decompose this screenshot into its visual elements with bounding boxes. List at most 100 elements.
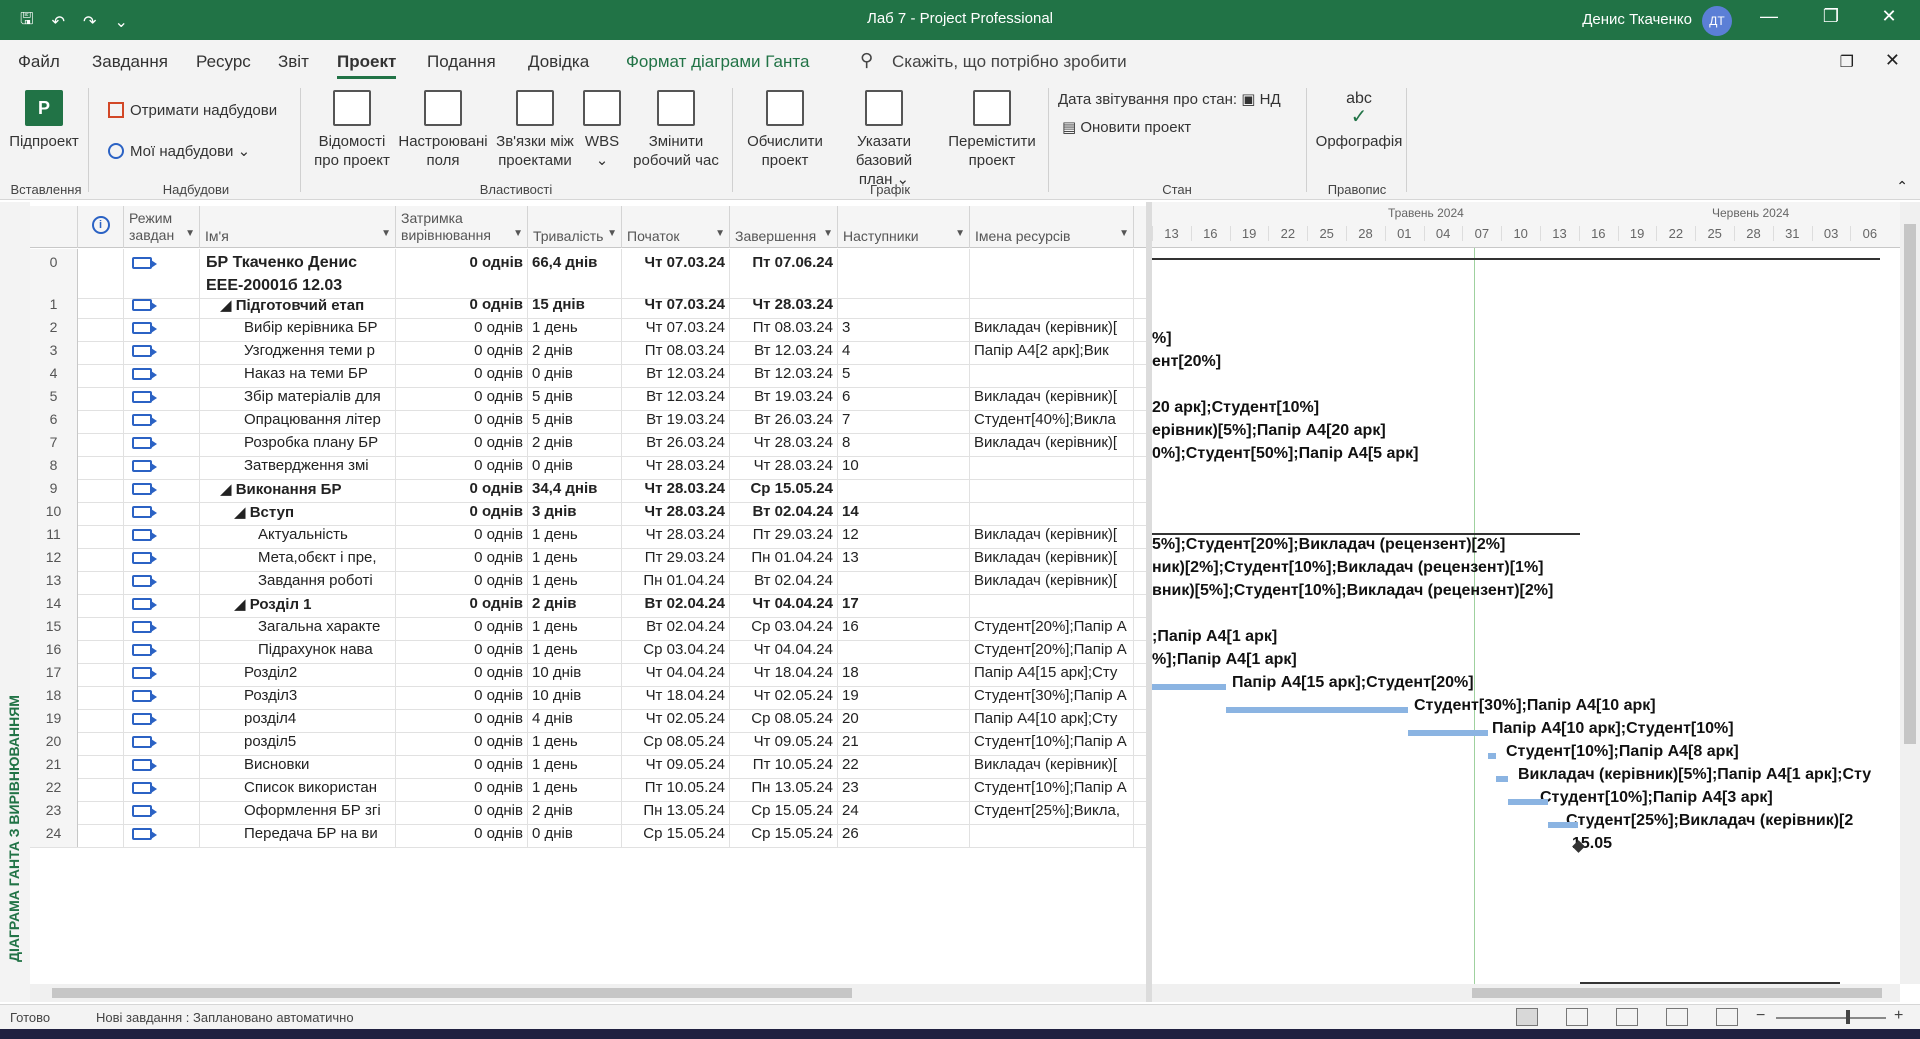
status-date-button[interactable]: Дата звітування про стан: ▣ НД [1058,90,1281,108]
summary-bar[interactable] [1152,533,1580,535]
mode-cell[interactable] [124,820,200,847]
my-addins-button[interactable]: Мої надбудови ⌄ [108,142,250,160]
duration-cell[interactable]: 0 днів [528,820,622,847]
spelling-button[interactable]: abc ✓ Орфографія [1314,90,1404,151]
gantt-horizontal-scrollbar[interactable] [1152,984,1900,1002]
minimize-button[interactable]: — [1746,6,1792,27]
report-icon[interactable] [1716,1008,1738,1026]
filter-dropdown-icon[interactable]: ▼ [185,225,195,242]
successors-cell[interactable]: 26 [838,820,970,847]
filter-dropdown-icon[interactable]: ▼ [823,225,833,242]
column-header-mode[interactable]: Режим завдан ▼ [124,206,200,248]
subproject-button[interactable]: P Підпроект [8,90,80,151]
select-all-corner[interactable] [30,206,78,248]
task-bar[interactable] [1508,799,1548,805]
zoom-slider[interactable] [1776,1017,1886,1019]
task-bar[interactable] [1548,822,1578,828]
calculate-project-button[interactable]: Обчислити проект [740,90,830,170]
column-header-duration[interactable]: Тривалість ▼ [528,206,622,248]
title-bar: 🖫 ↶ ↷ ⌄ Лаб 7 - Project Professional Ден… [0,0,1920,40]
avatar[interactable]: ДТ [1702,6,1732,36]
task-bar[interactable] [1226,707,1408,713]
start-cell[interactable]: Ср 15.05.24 [622,820,730,847]
gantt-chart[interactable]: Травень 2024 Червень 2024 13 16 19 22 25 28 01 04… [1152,202,1900,984]
collapse-ribbon-icon[interactable]: ⌃ [1896,178,1908,195]
timescale-day: 13 [1540,226,1578,241]
update-project-button[interactable]: ▤ Оновити проект [1062,118,1191,136]
resources-cell[interactable] [970,820,1134,847]
spelling-icon: abc ✓ [1346,90,1372,128]
filter-dropdown-icon[interactable]: ▼ [513,225,523,242]
zoom-out-icon[interactable]: − [1756,1007,1765,1025]
filter-dropdown-icon[interactable]: ▼ [1119,225,1129,242]
change-working-time-button[interactable]: Змінити робочий час [626,90,726,170]
gantt-view-icon[interactable] [1516,1008,1538,1026]
restore-button[interactable]: ❐ [1808,6,1854,27]
search-icon[interactable]: ⚲ [860,50,873,71]
close-button[interactable]: ✕ [1866,6,1912,27]
task-bar[interactable] [1408,730,1488,736]
tell-me-search[interactable]: Скажіть, що потрібно зробити [892,52,1127,72]
links-between-projects-button[interactable]: Зв'язки між проектами [492,90,578,170]
ribbon-display-icon[interactable]: ❐ [1840,52,1854,72]
column-header-name[interactable]: Ім'я ▼ [200,206,396,248]
table-horizontal-scrollbar[interactable] [30,984,1146,1002]
timescale-day: 16 [1578,226,1617,241]
task-bar[interactable] [1152,684,1226,690]
row-id[interactable]: 24 [30,820,78,847]
auto-scheduled-icon [132,713,157,725]
zoom-thumb[interactable] [1846,1010,1850,1024]
filter-dropdown-icon[interactable]: ▼ [715,225,725,242]
auto-scheduled-icon [132,529,157,541]
get-addins-button[interactable]: Отримати надбудови [108,102,277,119]
task-bar[interactable] [1496,776,1508,782]
tab-resource[interactable]: Ресурс [196,52,251,72]
resource-sheet-icon[interactable] [1666,1008,1688,1026]
column-header-start[interactable]: Початок ▼ [622,206,730,248]
tab-project[interactable]: Проект [337,52,397,79]
move-project-button[interactable]: Перемістити проект [944,90,1040,170]
table-row[interactable]: 24 Передача БР на ви 0 однів 0 днів Ср 15.05… [30,820,1146,848]
timescale-day: 25 [1695,226,1733,241]
task-table: i Режим завдан ▼ Ім'я ▼ Затримка вирівнюва… [30,206,1146,986]
filter-dropdown-icon[interactable]: ▼ [955,225,965,242]
auto-scheduled-icon [132,391,157,403]
vertical-scrollbar[interactable] [1900,202,1920,984]
wbs-button[interactable]: WBS ⌄ [580,90,624,170]
close-window-icon[interactable]: ✕ [1885,50,1900,71]
team-planner-icon[interactable] [1616,1008,1638,1026]
task-name-cell[interactable]: Передача БР на ви [200,820,396,847]
tab-report[interactable]: Звіт [278,52,309,72]
column-header-resources[interactable]: Імена ресурсів ▼ [970,206,1134,248]
project-summary-bar[interactable] [1152,258,1880,260]
set-baseline-button[interactable]: Указати базовий план ⌄ [828,90,940,189]
zoom-in-icon[interactable]: + [1894,1007,1903,1025]
tab-gantt-format[interactable]: Формат діаграми Ганта [626,52,809,72]
tab-view[interactable]: Подання [427,52,496,72]
tab-file[interactable]: Файл [18,52,60,72]
timescale-month: Червень 2024 [1712,206,1790,220]
bar-resource-label: ник)[2%];Студент[10%];Викладач (рецензен… [1152,559,1544,576]
auto-scheduled-icon [132,598,157,610]
task-bar[interactable] [1488,753,1496,759]
column-header-leveling-delay[interactable]: Затримка вирівнювання ▼ [396,206,528,248]
column-header-finish[interactable]: Завершення ▼ [730,206,838,248]
auto-scheduled-icon [132,483,157,495]
tab-task[interactable]: Завдання [92,52,168,72]
column-header-successors[interactable]: Наступники ▼ [838,206,970,248]
filter-dropdown-icon[interactable]: ▼ [381,225,391,242]
auto-scheduled-icon [132,506,157,518]
tab-help[interactable]: Довідка [528,52,589,72]
leveling-delay-cell[interactable]: 0 однів [396,820,528,847]
filter-dropdown-icon[interactable]: ▼ [607,225,617,242]
user-name[interactable]: Денис Ткаченко [1582,11,1692,28]
custom-fields-button[interactable]: Настроювані поля [396,90,490,170]
task-usage-icon[interactable] [1566,1008,1588,1026]
indicators-header[interactable]: i [78,206,124,248]
bar-resource-label: Студент[10%];Папір А4[8 арк] [1506,743,1739,760]
calendar-clock-icon [657,90,695,126]
project-info-button[interactable]: Відомості про проект [310,90,394,170]
finish-cell[interactable]: Ср 15.05.24 [730,820,838,847]
new-tasks-mode[interactable]: Нові завдання : Заплановано автоматично [96,1010,354,1025]
indicator-cell[interactable] [78,820,124,847]
